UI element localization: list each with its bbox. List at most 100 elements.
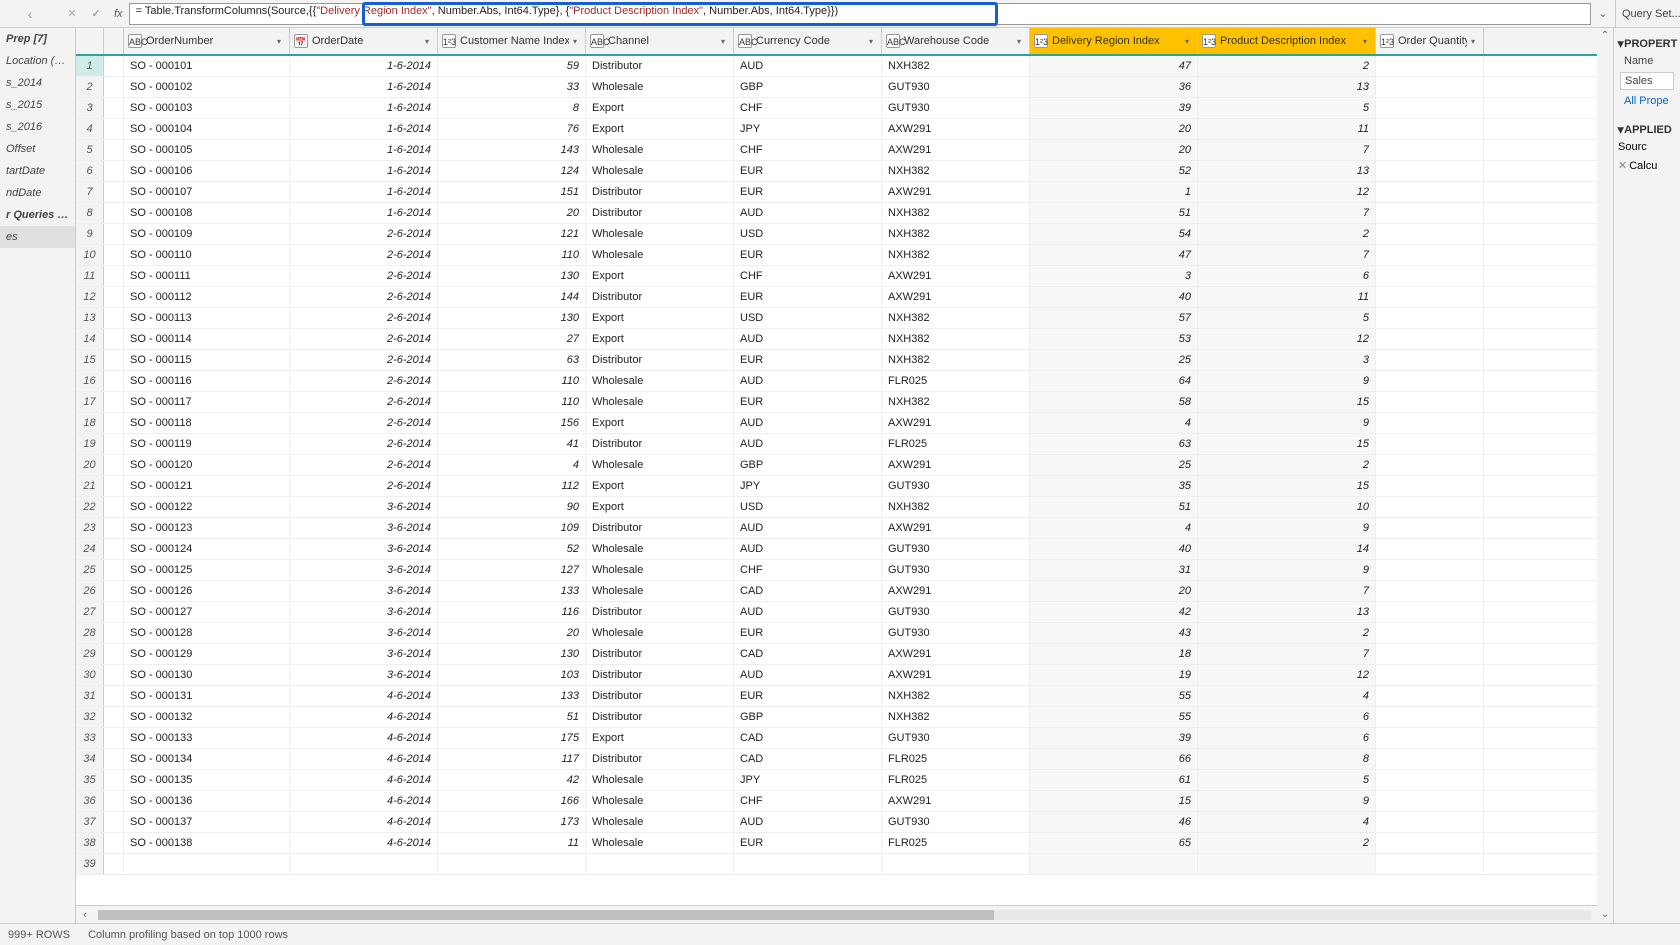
collapse-queries-chevron[interactable]: ‹ xyxy=(0,6,60,22)
cell-currency[interactable]: CHF xyxy=(734,560,882,580)
table-row[interactable]: 36 SO - 000136 4-6-2014 166 Wholesale CH… xyxy=(76,791,1613,812)
cell-date[interactable]: 4-6-2014 xyxy=(290,707,438,727)
cell-currency[interactable]: GBP xyxy=(734,455,882,475)
column-type-icon[interactable]: ABC xyxy=(128,34,142,48)
row-select[interactable] xyxy=(104,413,124,433)
cell-date[interactable]: 1-6-2014 xyxy=(290,119,438,139)
cell-product[interactable]: 15 xyxy=(1198,392,1376,412)
cell-currency[interactable]: CHF xyxy=(734,266,882,286)
cell-order[interactable]: SO - 000130 xyxy=(124,665,290,685)
query-nav-item[interactable]: Prep [7] xyxy=(0,28,75,50)
cell-product[interactable]: 2 xyxy=(1198,623,1376,643)
cell-channel[interactable]: Wholesale xyxy=(586,812,734,832)
row-select[interactable] xyxy=(104,581,124,601)
row-number[interactable]: 30 xyxy=(76,665,104,685)
cell-warehouse[interactable]: GUT930 xyxy=(882,476,1030,496)
cell-product[interactable]: 4 xyxy=(1198,812,1376,832)
cell-currency[interactable]: EUR xyxy=(734,161,882,181)
cell-customer[interactable]: 175 xyxy=(438,728,586,748)
cell-order[interactable]: SO - 000132 xyxy=(124,707,290,727)
cell-date[interactable]: 2-6-2014 xyxy=(290,245,438,265)
cell-product[interactable]: 9 xyxy=(1198,413,1376,433)
row-number[interactable]: 27 xyxy=(76,602,104,622)
cell-customer[interactable]: 121 xyxy=(438,224,586,244)
row-select[interactable] xyxy=(104,182,124,202)
cell-order[interactable]: SO - 000135 xyxy=(124,770,290,790)
cell-currency[interactable]: EUR xyxy=(734,623,882,643)
cell-quantity[interactable] xyxy=(1376,413,1484,433)
cell-warehouse[interactable]: NXH382 xyxy=(882,329,1030,349)
cell-channel[interactable]: Wholesale xyxy=(586,392,734,412)
row-select[interactable] xyxy=(104,854,124,874)
row-select[interactable] xyxy=(104,287,124,307)
cell-channel[interactable]: Wholesale xyxy=(586,560,734,580)
cell-delivery[interactable]: 54 xyxy=(1030,224,1198,244)
cell-customer[interactable]: 90 xyxy=(438,497,586,517)
cell-delivery[interactable]: 58 xyxy=(1030,392,1198,412)
cell-warehouse[interactable]: NXH382 xyxy=(882,203,1030,223)
row-select[interactable] xyxy=(104,518,124,538)
cell-quantity[interactable] xyxy=(1376,245,1484,265)
cell-delivery[interactable]: 47 xyxy=(1030,245,1198,265)
cell-channel[interactable]: Export xyxy=(586,476,734,496)
cell-customer[interactable]: 130 xyxy=(438,308,586,328)
table-row[interactable]: 34 SO - 000134 4-6-2014 117 Distributor … xyxy=(76,749,1613,770)
cell-warehouse[interactable]: GUT930 xyxy=(882,560,1030,580)
cell-order[interactable]: SO - 000121 xyxy=(124,476,290,496)
cell-warehouse[interactable]: GUT930 xyxy=(882,77,1030,97)
cell-warehouse[interactable]: NXH382 xyxy=(882,707,1030,727)
cell-customer[interactable]: 130 xyxy=(438,266,586,286)
table-row[interactable]: 24 SO - 000124 3-6-2014 52 Wholesale AUD… xyxy=(76,539,1613,560)
cell-product[interactable]: 2 xyxy=(1198,833,1376,853)
table-row[interactable]: 30 SO - 000130 3-6-2014 103 Distributor … xyxy=(76,665,1613,686)
table-row[interactable]: 2 SO - 000102 1-6-2014 33 Wholesale GBP … xyxy=(76,77,1613,98)
cell-customer[interactable]: 144 xyxy=(438,287,586,307)
column-header[interactable]: 1²3Order Quantity▾ xyxy=(1376,28,1484,54)
table-row[interactable]: 28 SO - 000128 3-6-2014 20 Wholesale EUR… xyxy=(76,623,1613,644)
cell-warehouse[interactable]: AXW291 xyxy=(882,140,1030,160)
cell-date[interactable]: 2-6-2014 xyxy=(290,350,438,370)
cell-currency[interactable]: AUD xyxy=(734,203,882,223)
cell-currency[interactable]: AUD xyxy=(734,539,882,559)
table-row[interactable]: 18 SO - 000118 2-6-2014 156 Export AUD A… xyxy=(76,413,1613,434)
column-filter-icon[interactable]: ▾ xyxy=(1013,37,1025,46)
query-nav-item[interactable]: Offset xyxy=(0,138,75,160)
column-filter-icon[interactable]: ▾ xyxy=(421,37,433,46)
cell-channel[interactable]: Distributor xyxy=(586,434,734,454)
row-select[interactable] xyxy=(104,623,124,643)
row-select[interactable] xyxy=(104,770,124,790)
cell-quantity[interactable] xyxy=(1376,56,1484,76)
cell-quantity[interactable] xyxy=(1376,350,1484,370)
column-type-icon[interactable]: 1²3 xyxy=(1380,34,1394,48)
vertical-scrollbar[interactable]: ⌃ ⌄ xyxy=(1597,28,1613,923)
cell-customer[interactable]: 116 xyxy=(438,602,586,622)
row-number[interactable]: 1 xyxy=(76,56,104,76)
row-number[interactable]: 16 xyxy=(76,371,104,391)
cell-warehouse[interactable]: AXW291 xyxy=(882,455,1030,475)
step-calculated[interactable]: ✕Calcu xyxy=(1614,156,1680,175)
cell-date[interactable]: 1-6-2014 xyxy=(290,203,438,223)
row-number[interactable]: 34 xyxy=(76,749,104,769)
cell-channel[interactable] xyxy=(586,854,734,874)
cell-currency[interactable]: JPY xyxy=(734,770,882,790)
cell-channel[interactable]: Distributor xyxy=(586,749,734,769)
cell-customer[interactable]: 76 xyxy=(438,119,586,139)
cell-warehouse[interactable]: NXH382 xyxy=(882,308,1030,328)
cell-currency[interactable]: JPY xyxy=(734,476,882,496)
cell-quantity[interactable] xyxy=(1376,224,1484,244)
row-select[interactable] xyxy=(104,455,124,475)
cell-date[interactable] xyxy=(290,854,438,874)
row-select[interactable] xyxy=(104,707,124,727)
formula-cancel-button[interactable]: ✕ xyxy=(60,2,84,26)
table-row[interactable]: 13 SO - 000113 2-6-2014 130 Export USD N… xyxy=(76,308,1613,329)
cell-currency[interactable]: CHF xyxy=(734,791,882,811)
cell-currency[interactable]: EUR xyxy=(734,392,882,412)
row-select[interactable] xyxy=(104,329,124,349)
cell-warehouse[interactable]: NXH382 xyxy=(882,56,1030,76)
cell-quantity[interactable] xyxy=(1376,749,1484,769)
cell-date[interactable]: 1-6-2014 xyxy=(290,56,438,76)
cell-order[interactable]: SO - 000112 xyxy=(124,287,290,307)
row-number[interactable]: 28 xyxy=(76,623,104,643)
cell-date[interactable]: 3-6-2014 xyxy=(290,560,438,580)
cell-channel[interactable]: Distributor xyxy=(586,287,734,307)
